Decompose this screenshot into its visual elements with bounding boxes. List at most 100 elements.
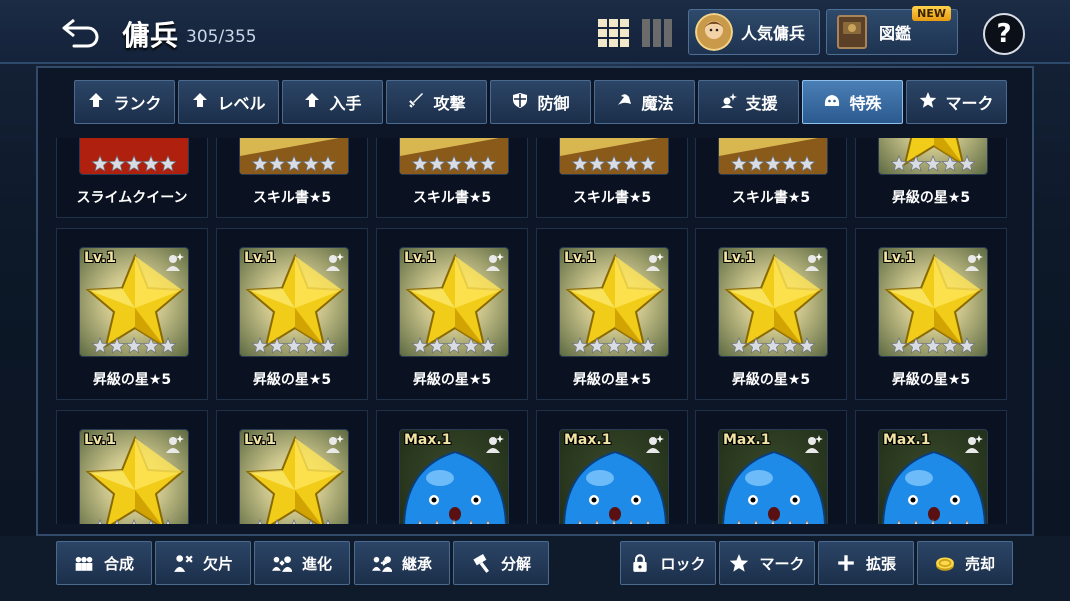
mercenary-name: 昇級の星★5 xyxy=(92,372,172,388)
rarity-stars xyxy=(571,155,657,172)
back-arrow-icon xyxy=(62,18,99,48)
mercenary-type-icon xyxy=(486,253,504,271)
tab-icon-wrap xyxy=(407,91,425,114)
tab-4[interactable]: 防御 xyxy=(490,80,591,124)
action-button-hammer[interactable]: 分解 xyxy=(453,541,549,585)
mercenary-card[interactable]: Max.1 xyxy=(536,410,688,524)
mercenary-card[interactable]: Lv.1 昇級の星★5 xyxy=(216,228,368,400)
action-button-lock[interactable]: ロック xyxy=(620,541,716,585)
mercenary-count: 305/355 xyxy=(186,27,257,47)
action-icon-wrap xyxy=(471,553,491,573)
level-label: Max.1 xyxy=(723,432,771,448)
mercenary-thumbnail xyxy=(718,138,828,175)
mercenary-card[interactable]: スライムクイーン xyxy=(56,138,208,218)
action-button-star[interactable]: マーク xyxy=(719,541,815,585)
rarity-stars xyxy=(91,155,177,172)
tab-3[interactable]: 攻撃 xyxy=(386,80,487,124)
tab-2[interactable]: 入手 xyxy=(282,80,383,124)
action-button-coin[interactable]: 売却 xyxy=(917,541,1013,585)
star-icon xyxy=(920,91,937,108)
rarity-stars xyxy=(251,155,337,172)
popular-mercenary-label: 人気傭兵 xyxy=(741,24,806,43)
evolve-icon xyxy=(271,556,292,572)
mercenary-name: 昇級の星★5 xyxy=(731,372,811,388)
action-icon-wrap xyxy=(935,553,955,573)
level-label: Lv.1 xyxy=(564,250,596,266)
mercenary-type-icon xyxy=(166,253,184,271)
mercenary-thumbnail xyxy=(878,138,988,175)
action-label: 分解 xyxy=(500,554,531,573)
tab-5[interactable]: 魔法 xyxy=(594,80,695,124)
dex-label: 図鑑 xyxy=(879,24,912,43)
tab-8[interactable]: マーク xyxy=(906,80,1007,124)
back-button[interactable] xyxy=(58,14,104,50)
list-view-icon[interactable] xyxy=(640,18,674,48)
tab-icon-wrap xyxy=(511,91,529,114)
tab-label: 魔法 xyxy=(641,94,674,113)
help-button[interactable]: ? xyxy=(983,13,1025,55)
level-label: Lv.1 xyxy=(723,250,755,266)
mercenary-thumbnail: Max.1 xyxy=(718,429,828,524)
mercenary-thumbnail: Lv.1 xyxy=(878,247,988,357)
mercenary-thumbnail: Lv.1 xyxy=(79,429,189,524)
mercenary-thumbnail xyxy=(559,138,669,175)
mercenary-thumbnail xyxy=(79,138,189,175)
rarity-stars xyxy=(91,337,177,354)
mercenary-thumbnail xyxy=(239,138,349,175)
magic-hat-icon xyxy=(618,93,632,105)
dex-button[interactable]: 図鑑 NEW xyxy=(826,6,958,55)
mercenary-name: 昇級の星★5 xyxy=(891,190,971,206)
slime-icon xyxy=(825,94,840,106)
action-button-plus[interactable]: 拡張 xyxy=(818,541,914,585)
action-label: ロック xyxy=(660,554,706,573)
rarity-stars xyxy=(411,337,497,354)
mercenary-card[interactable]: Max.1 xyxy=(376,410,528,524)
mercenary-card[interactable]: スキル書★5 xyxy=(376,138,528,218)
hero-portrait-icon xyxy=(695,13,733,51)
mercenary-card[interactable]: Lv.1 昇級の星★5 xyxy=(56,228,208,400)
action-label: 売却 xyxy=(964,554,995,573)
mercenary-card[interactable]: Lv.1 xyxy=(216,410,368,524)
mercenary-card[interactable]: Lv.1 昇級の星★5 xyxy=(695,228,847,400)
rarity-stars xyxy=(572,519,657,524)
tab-6[interactable]: 支援 xyxy=(698,80,799,124)
hammer-icon xyxy=(473,554,489,573)
tab-7[interactable]: 特殊 xyxy=(802,80,903,124)
rarity-stars xyxy=(891,519,976,524)
rarity-stars xyxy=(412,519,497,524)
mercenary-type-icon xyxy=(965,253,983,271)
mercenary-card[interactable]: スキル書★5 xyxy=(536,138,688,218)
action-button-shard[interactable]: 欠片 xyxy=(155,541,251,585)
mercenary-card[interactable]: Max.1 xyxy=(855,410,1007,524)
tab-0[interactable]: ランク xyxy=(74,80,175,124)
mercenary-card[interactable]: スキル書★5 xyxy=(695,138,847,218)
mercenary-thumbnail xyxy=(399,138,509,175)
action-button-fusion[interactable]: 合成 xyxy=(56,541,152,585)
action-icon-wrap xyxy=(271,553,292,573)
mercenary-type-icon xyxy=(805,435,823,453)
grid-view-icon[interactable] xyxy=(597,18,631,48)
tab-icon-wrap xyxy=(615,91,633,114)
mercenary-card[interactable]: Max.1 xyxy=(695,410,847,524)
sword-icon xyxy=(409,92,424,108)
mercenary-card[interactable]: Lv.1 昇級の星★5 xyxy=(855,228,1007,400)
mercenary-grid[interactable]: スライムクイーン スキル書★5 スキル書★5 スキル書★5 スキル書★5 昇級の… xyxy=(56,138,1014,524)
mercenary-thumbnail: Lv.1 xyxy=(79,247,189,357)
mercenary-type-icon xyxy=(646,435,664,453)
mercenary-name: スキル書★5 xyxy=(412,190,492,206)
popular-mercenary-button[interactable]: 人気傭兵 xyxy=(688,9,820,55)
action-label: 拡張 xyxy=(865,554,896,573)
mercenary-name: 昇級の星★5 xyxy=(252,372,332,388)
mercenary-card[interactable]: Lv.1 昇級の星★5 xyxy=(536,228,688,400)
shield-icon xyxy=(513,92,528,108)
mercenary-card[interactable]: 昇級の星★5 xyxy=(855,138,1007,218)
tab-1[interactable]: レベル xyxy=(178,80,279,124)
action-button-evolve[interactable]: 進化 xyxy=(254,541,350,585)
tab-label: ランク xyxy=(113,94,162,113)
mercenary-card[interactable]: Lv.1 xyxy=(56,410,208,524)
level-label: Lv.1 xyxy=(244,250,276,266)
action-button-inherit[interactable]: 継承 xyxy=(354,541,450,585)
rarity-stars xyxy=(730,155,816,172)
mercenary-card[interactable]: スキル書★5 xyxy=(216,138,368,218)
mercenary-card[interactable]: Lv.1 昇級の星★5 xyxy=(376,228,528,400)
